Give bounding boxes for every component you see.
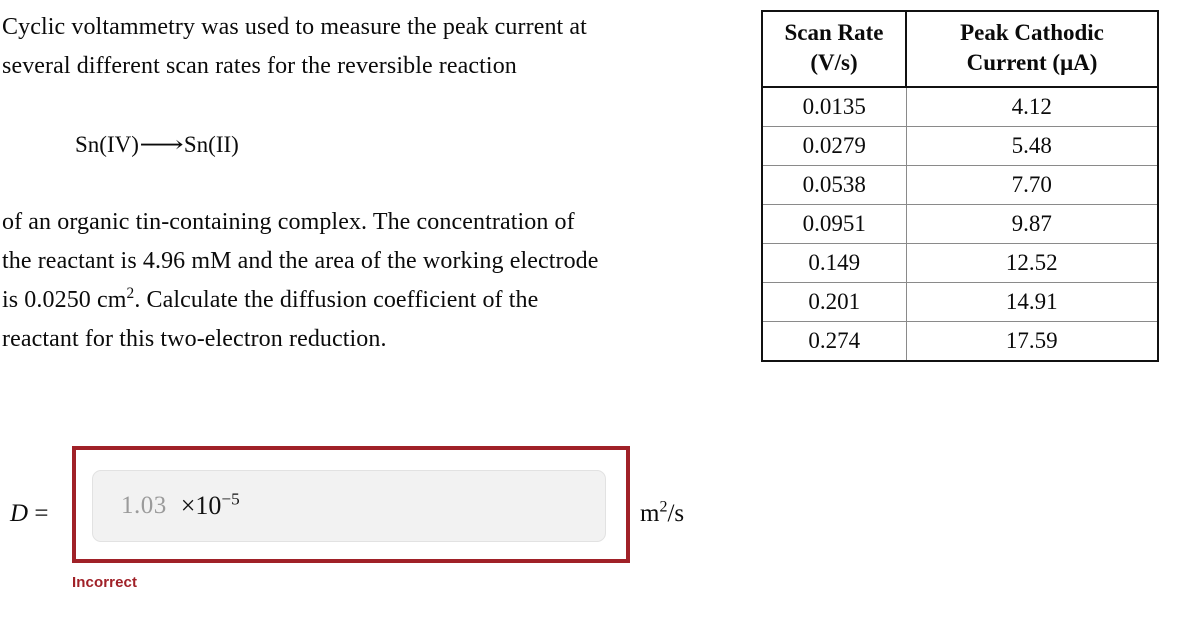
cell-scan-rate: 0.201 (761, 282, 907, 322)
answer-variable-label: D = (10, 500, 48, 528)
cell-peak-current: 7.70 (905, 165, 1159, 205)
cell-scan-rate: 0.0279 (761, 126, 907, 166)
reaction-equation: Sn(IV)⟶Sn(II) (2, 125, 714, 164)
answer-variable-d: D (10, 500, 29, 527)
column-header-scan-rate: Scan Rate (V/s) (761, 10, 907, 88)
cell-peak-current: 4.12 (905, 86, 1159, 127)
cell-scan-rate: 0.0538 (761, 165, 907, 205)
table-row: 0.274 17.59 (761, 321, 1159, 362)
cell-scan-rate: 0.149 (761, 243, 907, 283)
problem-line-5-post: . Calculate the diffusion coefficient of… (134, 287, 539, 313)
cell-scan-rate: 0.274 (761, 321, 907, 362)
answer-units-label: m2/s (640, 499, 685, 528)
column-header-peak-current-line1: Peak Cathodic (960, 20, 1104, 45)
table-row: 0.0538 7.70 (761, 165, 1159, 205)
problem-line-5: is 0.0250 cm2. Calculate the diffusion c… (2, 281, 714, 320)
cell-scan-rate: 0.0951 (761, 204, 907, 244)
answer-equals-sign: = (28, 500, 49, 527)
table-body: 0.0135 4.12 0.0279 5.48 0.0538 7.70 0.0951 9.87… (761, 86, 1159, 362)
column-header-scan-rate-line2: (V/s) (810, 50, 858, 75)
problem-line-5-pre: is 0.0250 cm (2, 287, 127, 313)
table-row: 0.0135 4.12 (761, 86, 1159, 127)
reaction-reactant: Sn(IV) (75, 132, 139, 157)
problem-line-6: reactant for this two-electron reduction… (2, 326, 387, 352)
table-row: 0.201 14.91 (761, 282, 1159, 322)
answer-input[interactable]: 1.03 ×10−5 (92, 470, 606, 542)
answer-exponent-power: −5 (221, 489, 240, 509)
table-header-row: Scan Rate (V/s) Peak Cathodic Current (μ… (761, 10, 1159, 88)
cell-peak-current: 14.91 (905, 282, 1159, 322)
cell-peak-current: 17.59 (905, 321, 1159, 362)
table-head: Scan Rate (V/s) Peak Cathodic Current (μ… (761, 10, 1159, 88)
answer-exponent-base: ×10 (180, 491, 222, 520)
cell-peak-current: 9.87 (905, 204, 1159, 244)
cell-peak-current: 5.48 (905, 126, 1159, 166)
problem-line-1: Cyclic voltammetry was used to measure t… (2, 14, 587, 40)
reaction-product: Sn(II) (183, 132, 239, 157)
answer-units-base: m (640, 500, 660, 527)
cell-scan-rate: 0.0135 (761, 86, 907, 127)
problem-line-3: of an organic tin-containing complex. Th… (2, 209, 575, 235)
problem-statement: Cyclic voltammetry was used to measure t… (2, 8, 714, 359)
answer-units-rest: /s (667, 500, 685, 527)
reaction-arrow-icon: ⟶ (139, 132, 184, 157)
cell-peak-current: 12.52 (905, 243, 1159, 283)
table-row: 0.0951 9.87 (761, 204, 1159, 244)
answer-input-value[interactable]: 1.03 (121, 492, 167, 520)
scan-rate-current-table: Scan Rate (V/s) Peak Cathodic Current (μ… (761, 10, 1159, 362)
problem-line-2: several different scan rates for the rev… (2, 53, 517, 79)
answer-scientific-notation: ×10−5 (180, 489, 240, 521)
data-table-container: Scan Rate (V/s) Peak Cathodic Current (μ… (761, 10, 1159, 362)
column-header-peak-current-line2: Current (μA) (966, 50, 1098, 75)
status-badge-incorrect: Incorrect (72, 574, 138, 591)
column-header-peak-current: Peak Cathodic Current (μA) (905, 10, 1159, 88)
problem-line-4: the reactant is 4.96 mM and the area of … (2, 248, 599, 274)
table-row: 0.149 12.52 (761, 243, 1159, 283)
table-row: 0.0279 5.48 (761, 126, 1159, 166)
column-header-scan-rate-line1: Scan Rate (784, 20, 884, 45)
